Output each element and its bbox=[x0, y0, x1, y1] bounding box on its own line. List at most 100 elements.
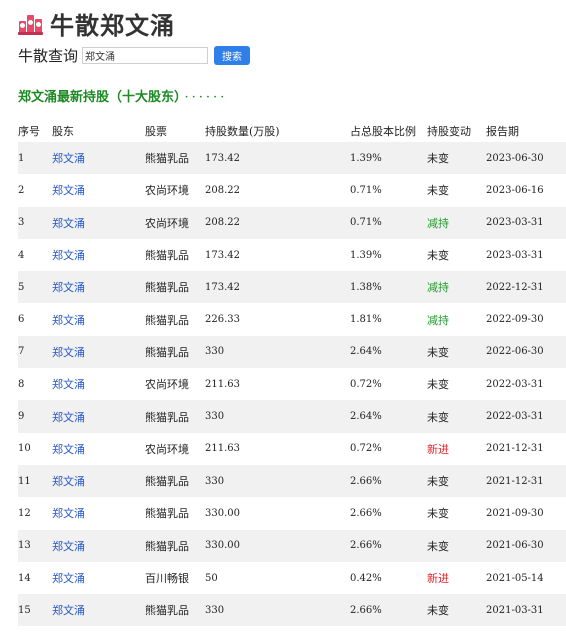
cell-qty: 50 bbox=[205, 572, 218, 584]
cell-change: 未变 bbox=[427, 464, 486, 498]
table-row: 2 郑文涌 农尚环境 208.22 0.71% 未变 2023-06-16 bbox=[18, 174, 566, 206]
cell-holder-link[interactable]: 郑文涌 bbox=[52, 562, 145, 594]
cell-qty: 173.42 bbox=[205, 142, 350, 175]
cell-holder-link[interactable]: 郑文涌 bbox=[52, 497, 145, 529]
cell-qty: 173.42 bbox=[205, 249, 240, 261]
column-header-no: 序号 bbox=[18, 125, 40, 138]
cell-change: 未变 bbox=[427, 507, 449, 521]
table-row: 7 郑文涌 熊猫乳品 330 2.64% 未变 2022-06-30 bbox=[18, 335, 566, 369]
cell-stock: 熊猫乳品 bbox=[145, 507, 189, 521]
site-header: 牛散郑文涌 bbox=[18, 6, 175, 40]
cell-stock: 农尚环境 bbox=[145, 378, 189, 392]
cell-holder-link[interactable]: 郑文涌 bbox=[52, 206, 145, 239]
cell-stock: 熊猫乳品 bbox=[145, 335, 205, 369]
search-button[interactable]: 搜索 bbox=[214, 46, 251, 65]
table-row: 15 郑文涌 熊猫乳品 330 2.66% 未变 2021-03-31 bbox=[18, 594, 566, 627]
cell-holder-link[interactable]: 郑文涌 bbox=[52, 368, 145, 400]
cell-ratio: 1.38% bbox=[350, 271, 427, 304]
cell-qty: 211.63 bbox=[205, 443, 240, 455]
cell-holder-link[interactable]: 郑文涌 bbox=[52, 464, 145, 498]
table-row: 8 郑文涌 农尚环境 211.63 0.72% 未变 2022-03-31 bbox=[18, 368, 566, 400]
table-header-row: 序号 股东 股票 持股数量(万股) 占总股本比例 持股变动 报告期 bbox=[18, 120, 566, 142]
cell-change: 新进 bbox=[427, 442, 449, 456]
cell-period: 2023-06-16 bbox=[486, 184, 544, 196]
table-row: 13 郑文涌 熊猫乳品 330.00 2.66% 未变 2021-06-30 bbox=[18, 529, 566, 562]
cell-period: 2022-09-30 bbox=[486, 314, 544, 326]
cell-period: 2022-03-31 bbox=[486, 378, 544, 390]
cell-change: 未变 bbox=[427, 400, 486, 433]
cell-stock: 熊猫乳品 bbox=[145, 594, 205, 627]
cell-ratio: 0.72% bbox=[350, 443, 382, 455]
search-label: 牛散查询 bbox=[18, 47, 79, 65]
cell-no: 8 bbox=[18, 378, 25, 390]
cell-period: 2023-03-31 bbox=[486, 206, 566, 239]
cell-no: 4 bbox=[18, 249, 25, 261]
cell-qty: 330 bbox=[205, 464, 350, 498]
table-row: 6 郑文涌 熊猫乳品 226.33 1.81% 减持 2022-09-30 bbox=[18, 303, 566, 335]
cell-period: 2022-12-31 bbox=[486, 271, 566, 304]
cell-holder-link[interactable]: 郑文涌 bbox=[52, 239, 145, 271]
cell-holder-link[interactable]: 郑文涌 bbox=[52, 271, 145, 304]
cell-qty: 330 bbox=[205, 400, 350, 433]
cell-ratio: 2.64% bbox=[350, 335, 427, 369]
section-title: 郑文涌最新持股（十大股东） ······ bbox=[18, 86, 227, 105]
column-header-ratio: 占总股本比例 bbox=[350, 125, 416, 138]
cell-ratio: 2.66% bbox=[350, 594, 427, 627]
table-row: 10 郑文涌 农尚环境 211.63 0.72% 新进 2021-12-31 bbox=[18, 433, 566, 465]
cell-change: 未变 bbox=[427, 249, 449, 263]
section-title-text: 郑文涌最新持股（十大股东） bbox=[18, 90, 181, 105]
table-row: 14 郑文涌 百川畅银 50 0.42% 新进 2021-05-14 bbox=[18, 562, 566, 594]
column-header-stock: 股票 bbox=[145, 125, 167, 138]
cell-holder-link[interactable]: 郑文涌 bbox=[52, 335, 145, 369]
cell-stock: 农尚环境 bbox=[145, 206, 205, 239]
cell-change: 未变 bbox=[427, 529, 486, 562]
cell-qty: 330 bbox=[205, 335, 350, 369]
cell-period: 2021-09-30 bbox=[486, 507, 544, 519]
cell-change: 未变 bbox=[427, 594, 486, 627]
column-header-holder: 股东 bbox=[52, 125, 74, 138]
cell-no: 9 bbox=[18, 400, 52, 433]
cell-qty: 173.42 bbox=[205, 271, 350, 304]
cell-holder-link[interactable]: 郑文涌 bbox=[52, 433, 145, 465]
table-row: 12 郑文涌 熊猫乳品 330.00 2.66% 未变 2021-09-30 bbox=[18, 497, 566, 529]
table-row: 11 郑文涌 熊猫乳品 330 2.66% 未变 2021-12-31 bbox=[18, 464, 566, 498]
cell-no: 12 bbox=[18, 507, 31, 519]
cell-no: 7 bbox=[18, 335, 52, 369]
stock-books-logo-icon[interactable] bbox=[18, 11, 44, 35]
cell-holder-link[interactable]: 郑文涌 bbox=[52, 174, 145, 206]
cell-change: 未变 bbox=[427, 335, 486, 369]
cell-qty: 208.22 bbox=[205, 184, 240, 196]
cell-stock: 熊猫乳品 bbox=[145, 249, 189, 263]
cell-qty: 330 bbox=[205, 594, 350, 627]
cell-change: 未变 bbox=[427, 184, 449, 198]
cell-no: 3 bbox=[18, 206, 52, 239]
cell-ratio: 2.66% bbox=[350, 529, 427, 562]
cell-holder-link[interactable]: 郑文涌 bbox=[52, 303, 145, 335]
cell-qty: 330.00 bbox=[205, 529, 350, 562]
cell-qty: 330.00 bbox=[205, 507, 240, 519]
cell-change: 减持 bbox=[427, 206, 486, 239]
cell-holder-link[interactable]: 郑文涌 bbox=[52, 142, 145, 175]
cell-change: 新进 bbox=[427, 572, 449, 585]
cell-holder-link[interactable]: 郑文涌 bbox=[52, 529, 145, 562]
cell-no: 10 bbox=[18, 443, 31, 455]
cell-stock: 熊猫乳品 bbox=[145, 313, 189, 327]
table-row: 4 郑文涌 熊猫乳品 173.42 1.39% 未变 2023-03-31 bbox=[18, 239, 566, 271]
table-row: 3 郑文涌 农尚环境 208.22 0.71% 减持 2023-03-31 bbox=[18, 206, 566, 239]
cell-change: 减持 bbox=[427, 313, 449, 327]
cell-stock: 熊猫乳品 bbox=[145, 529, 205, 562]
cell-ratio: 1.39% bbox=[350, 142, 427, 175]
cell-period: 2021-12-31 bbox=[486, 464, 566, 498]
cell-stock: 熊猫乳品 bbox=[145, 464, 205, 498]
site-title[interactable]: 牛散郑文涌 bbox=[50, 6, 175, 41]
search-input[interactable] bbox=[82, 47, 209, 64]
cell-qty: 211.63 bbox=[205, 378, 240, 390]
cell-ratio: 2.64% bbox=[350, 400, 427, 433]
cell-qty: 208.22 bbox=[205, 206, 350, 239]
section-title-dots: ······ bbox=[184, 90, 228, 105]
cell-period: 2022-03-31 bbox=[486, 400, 566, 433]
cell-change: 减持 bbox=[427, 271, 486, 304]
cell-holder-link[interactable]: 郑文涌 bbox=[52, 400, 145, 433]
cell-holder-link[interactable]: 郑文涌 bbox=[52, 594, 145, 627]
cell-period: 2023-06-30 bbox=[486, 142, 566, 175]
